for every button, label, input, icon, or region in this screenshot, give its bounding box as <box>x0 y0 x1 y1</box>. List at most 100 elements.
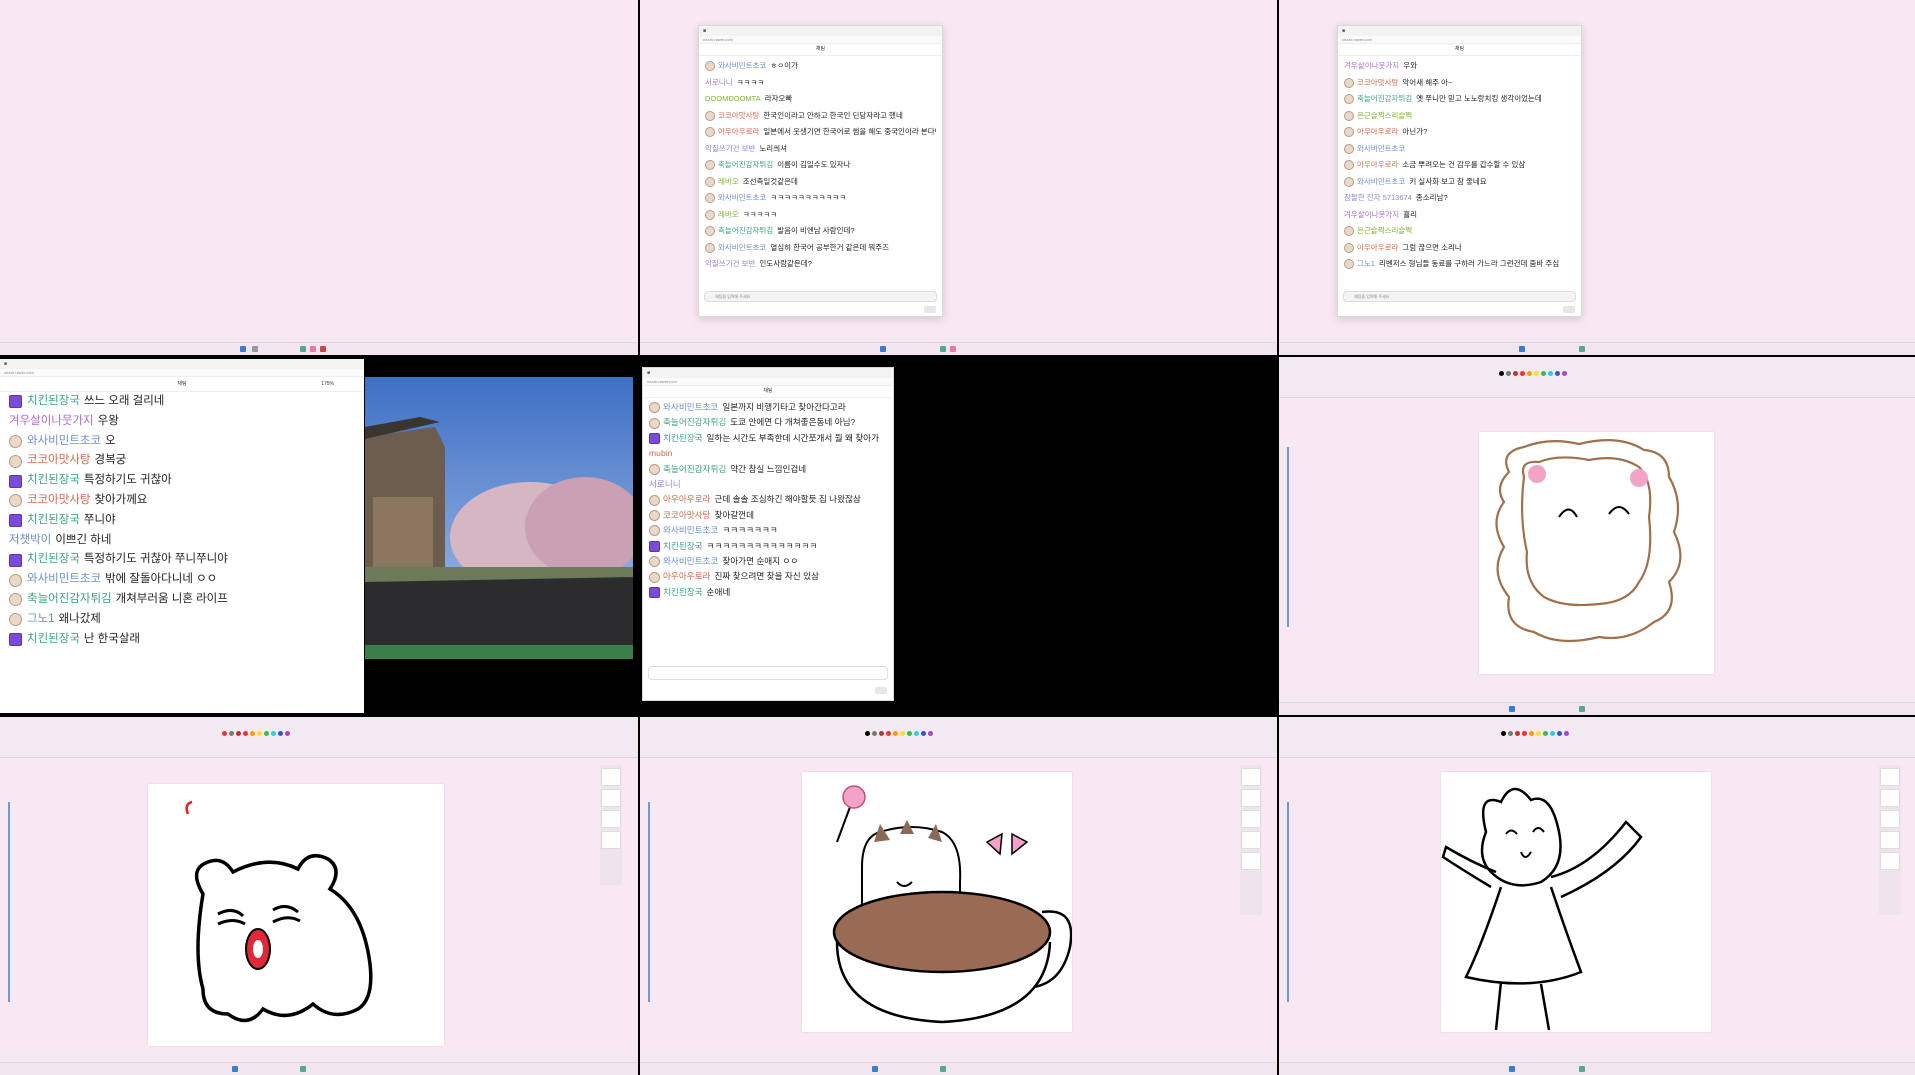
chat-nickname[interactable]: 치킨된장국 <box>27 550 80 570</box>
chat-nickname[interactable]: 아우아우로라 <box>718 124 759 141</box>
chat-nickname[interactable]: 치킨된장국 <box>27 392 80 412</box>
chat-nickname[interactable]: 악질쓰기건 보반 <box>705 141 755 158</box>
chat-nickname[interactable]: 와사비민트초코 <box>1357 174 1405 191</box>
window-titlebar[interactable]: ■ <box>1338 26 1581 36</box>
chat-input[interactable]: 채팅을 입력해 주세요 <box>1343 291 1576 302</box>
chat-nickname[interactable]: 와사비민트초코 <box>663 523 718 538</box>
paint-canvas[interactable] <box>1479 432 1714 674</box>
paint-canvas[interactable] <box>1441 772 1711 1032</box>
chat-nickname[interactable]: 치킨된장국 <box>27 471 80 491</box>
chat-nickname[interactable]: 축늘어진감자튀김 <box>718 157 773 174</box>
chat-nickname[interactable]: 서로니니 <box>649 477 681 492</box>
color-palette[interactable] <box>222 731 290 736</box>
chat-nickname[interactable]: 와사비민트초코 <box>1357 141 1405 158</box>
chat-nickname[interactable]: 치킨된장국 <box>663 431 703 446</box>
chat-nickname[interactable]: 겨우살이나뭇가지 <box>1344 207 1399 224</box>
window-titlebar[interactable]: ■ <box>643 368 893 378</box>
chat-nickname[interactable]: 코코아맛사탕 <box>27 491 90 511</box>
chat-nickname[interactable]: 와사비민트초코 <box>27 432 101 452</box>
app-icon[interactable] <box>1579 706 1585 712</box>
chat-nickname[interactable]: 저챗박이 <box>9 531 51 551</box>
chat-nickname[interactable]: 축늘어진감자튀김 <box>663 462 726 477</box>
chat-nickname[interactable]: 코코아맛사탕 <box>1357 75 1398 92</box>
window-titlebar[interactable]: ■ <box>0 359 364 369</box>
paint-ribbon[interactable] <box>1279 357 1915 398</box>
chat-nickname[interactable]: 아우아우로라 <box>663 569 710 584</box>
chat-nickname[interactable]: 아우아우로라 <box>1357 157 1398 174</box>
start-icon[interactable] <box>1519 346 1525 352</box>
start-icon[interactable] <box>880 346 886 352</box>
color-palette[interactable] <box>1501 731 1569 736</box>
paint-ribbon[interactable] <box>0 717 638 758</box>
taskbar[interactable] <box>1279 702 1915 715</box>
chat-nickname[interactable]: 치킨된장국 <box>27 511 80 531</box>
address-bar[interactable]: chzzk.naver.com <box>0 369 364 377</box>
chat-nickname[interactable]: 치킨된장국 <box>663 585 703 600</box>
chat-nickname[interactable]: 은근슬쩍스리슬쩍 <box>1357 223 1412 240</box>
scrollbar[interactable] <box>1287 802 1289 1002</box>
app-icon[interactable] <box>310 346 316 352</box>
address-bar[interactable]: chzzk.naver.com <box>643 378 893 386</box>
paint-ribbon[interactable] <box>640 717 1277 758</box>
taskbar[interactable] <box>1279 342 1915 355</box>
app-icon[interactable] <box>1579 1066 1585 1072</box>
zoom-level[interactable]: 175% <box>321 377 334 391</box>
chat-input[interactable] <box>648 666 888 680</box>
chat-nickname[interactable]: 와사비민트초코 <box>718 240 766 257</box>
chat-nickname[interactable]: 축늘어진감자튀김 <box>1357 91 1412 108</box>
chat-nickname[interactable]: 코코아맛사탕 <box>663 508 710 523</box>
send-button[interactable] <box>875 687 887 694</box>
paint-ribbon[interactable] <box>1279 717 1915 758</box>
paint-canvas[interactable] <box>148 784 444 1046</box>
color-palette[interactable] <box>865 731 933 736</box>
chat-nickname[interactable]: 와사비민트초코 <box>663 400 718 415</box>
taskbar[interactable] <box>1279 1062 1915 1075</box>
start-icon[interactable] <box>872 1066 878 1072</box>
scrollbar[interactable] <box>1287 447 1289 627</box>
chat-nickname[interactable]: mubin <box>649 446 672 461</box>
chat-nickname[interactable]: 와사비민트초코 <box>663 554 718 569</box>
chat-nickname[interactable]: 축늘어진감자튀김 <box>27 590 112 610</box>
app-icon[interactable] <box>300 346 306 352</box>
paint-canvas[interactable] <box>802 772 1072 1032</box>
app-icon[interactable] <box>940 1066 946 1072</box>
chat-input[interactable]: 채팅을 입력해 주세요 <box>704 291 937 302</box>
chat-nickname[interactable]: 와사비민트초코 <box>718 190 766 207</box>
start-icon[interactable] <box>232 1066 238 1072</box>
address-bar[interactable]: chzzk.naver.com <box>1338 36 1581 44</box>
start-icon[interactable] <box>1509 1066 1515 1072</box>
chat-nickname[interactable]: 레바오 <box>718 207 739 224</box>
chat-nickname[interactable]: 축늘어진감자튀김 <box>663 415 726 430</box>
layers-panel[interactable] <box>1240 765 1262 915</box>
chat-nickname[interactable]: 치킨된장국 <box>663 539 703 554</box>
chat-nickname[interactable]: 아우아우로라 <box>1357 240 1398 257</box>
chat-nickname[interactable]: 치킨된장국 <box>27 630 80 650</box>
color-palette[interactable] <box>1499 371 1567 376</box>
address-bar[interactable]: chzzk.naver.com <box>699 36 942 44</box>
chat-nickname[interactable]: 코코아맛사탕 <box>718 108 759 125</box>
send-button[interactable] <box>924 306 936 313</box>
scrollbar[interactable] <box>8 802 10 1002</box>
chat-nickname[interactable]: 은근슬쩍스리슬쩍 <box>1357 108 1412 125</box>
chat-nickname[interactable]: 아우아우로라 <box>1357 124 1398 141</box>
app-icon[interactable] <box>320 346 326 352</box>
start-icon[interactable] <box>1509 706 1515 712</box>
taskbar[interactable] <box>640 1062 1277 1075</box>
chat-nickname[interactable]: 축늘어진감자튀김 <box>718 223 773 240</box>
chat-nickname[interactable]: 겨우살이나뭇가지 <box>9 412 94 432</box>
chat-nickname[interactable]: 레바오 <box>718 174 739 191</box>
search-icon[interactable] <box>252 346 258 352</box>
send-button[interactable] <box>1563 306 1575 313</box>
layers-panel[interactable] <box>600 765 622 885</box>
app-icon[interactable] <box>1579 346 1585 352</box>
chat-nickname[interactable]: 코코아맛사탕 <box>27 451 90 471</box>
chat-nickname[interactable]: DOOMDOOMTA <box>705 91 761 108</box>
chat-nickname[interactable]: 아우아우로라 <box>663 492 710 507</box>
chat-nickname[interactable]: 참팔한 전자 5713674 <box>1344 190 1412 207</box>
chat-nickname[interactable]: 악질쓰기건 보반 <box>705 256 755 273</box>
app-icon[interactable] <box>950 346 956 352</box>
scrollbar[interactable] <box>648 802 650 1002</box>
chat-nickname[interactable]: 와사비민트초코 <box>718 58 766 75</box>
taskbar[interactable] <box>0 342 638 355</box>
window-titlebar[interactable]: ■ <box>699 26 942 36</box>
